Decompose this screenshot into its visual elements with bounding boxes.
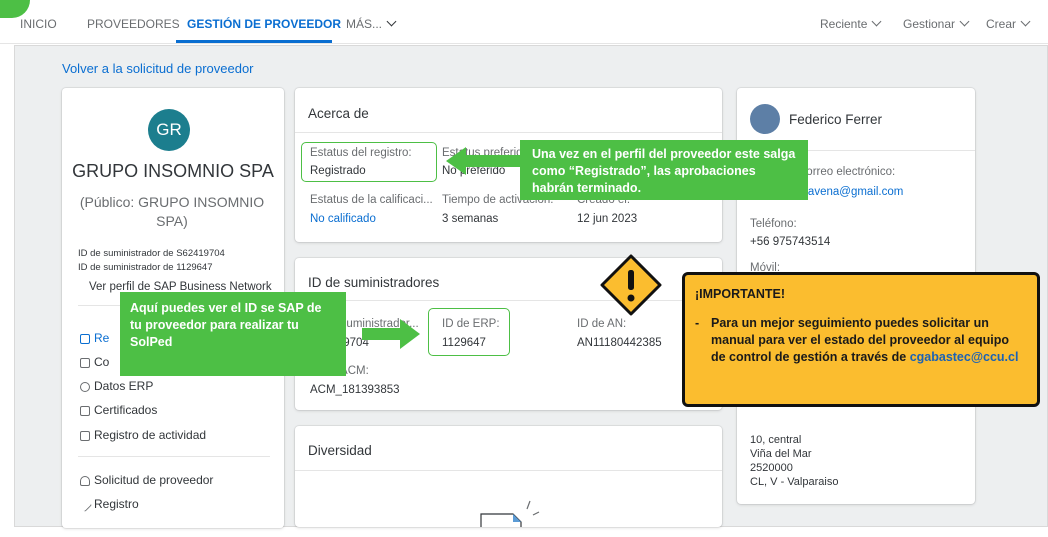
qualification-status-label: Estatus de la calificaci... <box>310 194 433 206</box>
sidebar-item-contacts[interactable]: Co <box>94 355 109 369</box>
address-line-1: 10, central <box>750 434 802 446</box>
qualification-status-value[interactable]: No calificado <box>310 213 376 225</box>
registration-highlight <box>301 142 437 182</box>
empty-state-illustration-icon <box>480 500 540 527</box>
sidebar-item-certificates[interactable]: Certificados <box>94 403 157 417</box>
important-notice: ¡IMPORTANTE! - Para un mejor seguimiento… <box>682 272 1040 407</box>
arrow-left-icon <box>446 147 522 175</box>
sap-id-callout: Aquí puedes ver el ID se SAP de tu prove… <box>120 292 346 376</box>
nav-proveedores[interactable]: PROVEEDORES <box>87 17 180 31</box>
back-to-request-link[interactable]: Volver a la solicitud de proveedor <box>62 61 254 76</box>
nav-reciente-label: Reciente <box>820 17 868 31</box>
supplier-id-line-2: ID de suministrador de 1129647 <box>78 262 213 273</box>
important-text-wrap: Para un mejor seguimiento puedes solicit… <box>711 315 1027 366</box>
active-tab-indicator <box>176 40 332 43</box>
vendor-name: GRUPO INSOMNIO SPA <box>72 161 274 181</box>
about-title: Acerca de <box>308 106 369 121</box>
nav-gestionar-label: Gestionar <box>903 17 956 31</box>
nav-inicio[interactable]: INICIO <box>20 17 57 31</box>
chevron-down-icon <box>871 16 882 27</box>
nav-reciente[interactable]: Reciente <box>820 16 882 31</box>
nav-crear[interactable]: Crear <box>986 16 1031 31</box>
registration-icon <box>80 334 90 344</box>
chevron-down-icon <box>1020 16 1031 27</box>
contact-name: Federico Ferrer <box>789 112 883 127</box>
an-id-label: ID de AN: <box>577 318 627 330</box>
sidebar-item-erp-data[interactable]: Datos ERP <box>94 379 153 393</box>
activation-time-value: 3 semanas <box>442 213 499 225</box>
contact-avatar-icon <box>750 104 780 134</box>
corner-accent <box>0 0 30 18</box>
nav-crear-label: Crear <box>986 17 1017 31</box>
supplier-ids-title: ID de suministradores <box>308 275 440 290</box>
vendor-public-name: (Público: GRUPO INSOMNIO SPA) <box>79 194 265 229</box>
address-line-4: CL, V - Valparaiso <box>750 476 839 488</box>
nav-gestion-proveedor[interactable]: GESTIÓN DE PROVEEDOR <box>187 17 341 31</box>
nav-mas[interactable]: MÁS... <box>346 16 397 31</box>
activity-log-icon <box>80 431 90 441</box>
warning-sign-icon <box>600 254 662 316</box>
acm-id-value: ACM_181393853 <box>310 384 400 396</box>
person-icon <box>80 476 90 486</box>
diversity-title: Diversidad <box>308 443 372 458</box>
chevron-down-icon <box>959 16 970 27</box>
certificate-icon <box>80 406 90 416</box>
nav-mas-label: MÁS... <box>346 17 383 31</box>
important-title: ¡IMPORTANTE! <box>695 287 786 301</box>
phone-label: Teléfono: <box>750 218 797 230</box>
settings-icon <box>80 382 90 392</box>
registered-callout: Una vez en el perfil del proveedor este … <box>520 140 808 200</box>
divider <box>295 132 722 133</box>
phone-value: +56 975743514 <box>750 236 831 248</box>
arrow-right-icon <box>362 319 420 349</box>
important-dash: - <box>695 316 700 330</box>
top-nav: INICIO PROVEEDORES GESTIÓN DE PROVEEDOR … <box>0 0 1048 44</box>
an-id-value: AN11180442385 <box>577 337 662 349</box>
document-icon <box>80 358 90 368</box>
sidebar-item-supplier-request[interactable]: Solicitud de proveedor <box>94 473 213 487</box>
sidebar-item-registro[interactable]: Registro <box>94 497 139 511</box>
important-body: - Para un mejor seguimiento puedes solic… <box>695 315 1027 366</box>
avatar: GR <box>148 109 190 151</box>
chevron-down-icon <box>386 16 397 27</box>
sidebar-item-registration[interactable]: Re <box>94 331 109 345</box>
nav-gestionar[interactable]: Gestionar <box>903 16 970 31</box>
supplier-id-line-1: ID de suministrador de S62419704 <box>78 248 225 259</box>
address-line-2: Viña del Mar <box>750 448 812 460</box>
important-email[interactable]: cgabastec@ccu.cl <box>910 350 1019 364</box>
divider <box>78 456 270 457</box>
sidebar-item-activity-log[interactable]: Registro de actividad <box>94 428 206 442</box>
divider <box>295 470 722 471</box>
address-line-3: 2520000 <box>750 462 793 474</box>
erp-id-highlight <box>428 308 510 356</box>
email-label: Correo electrónico: <box>798 166 896 178</box>
created-value: 12 jun 2023 <box>577 213 638 225</box>
